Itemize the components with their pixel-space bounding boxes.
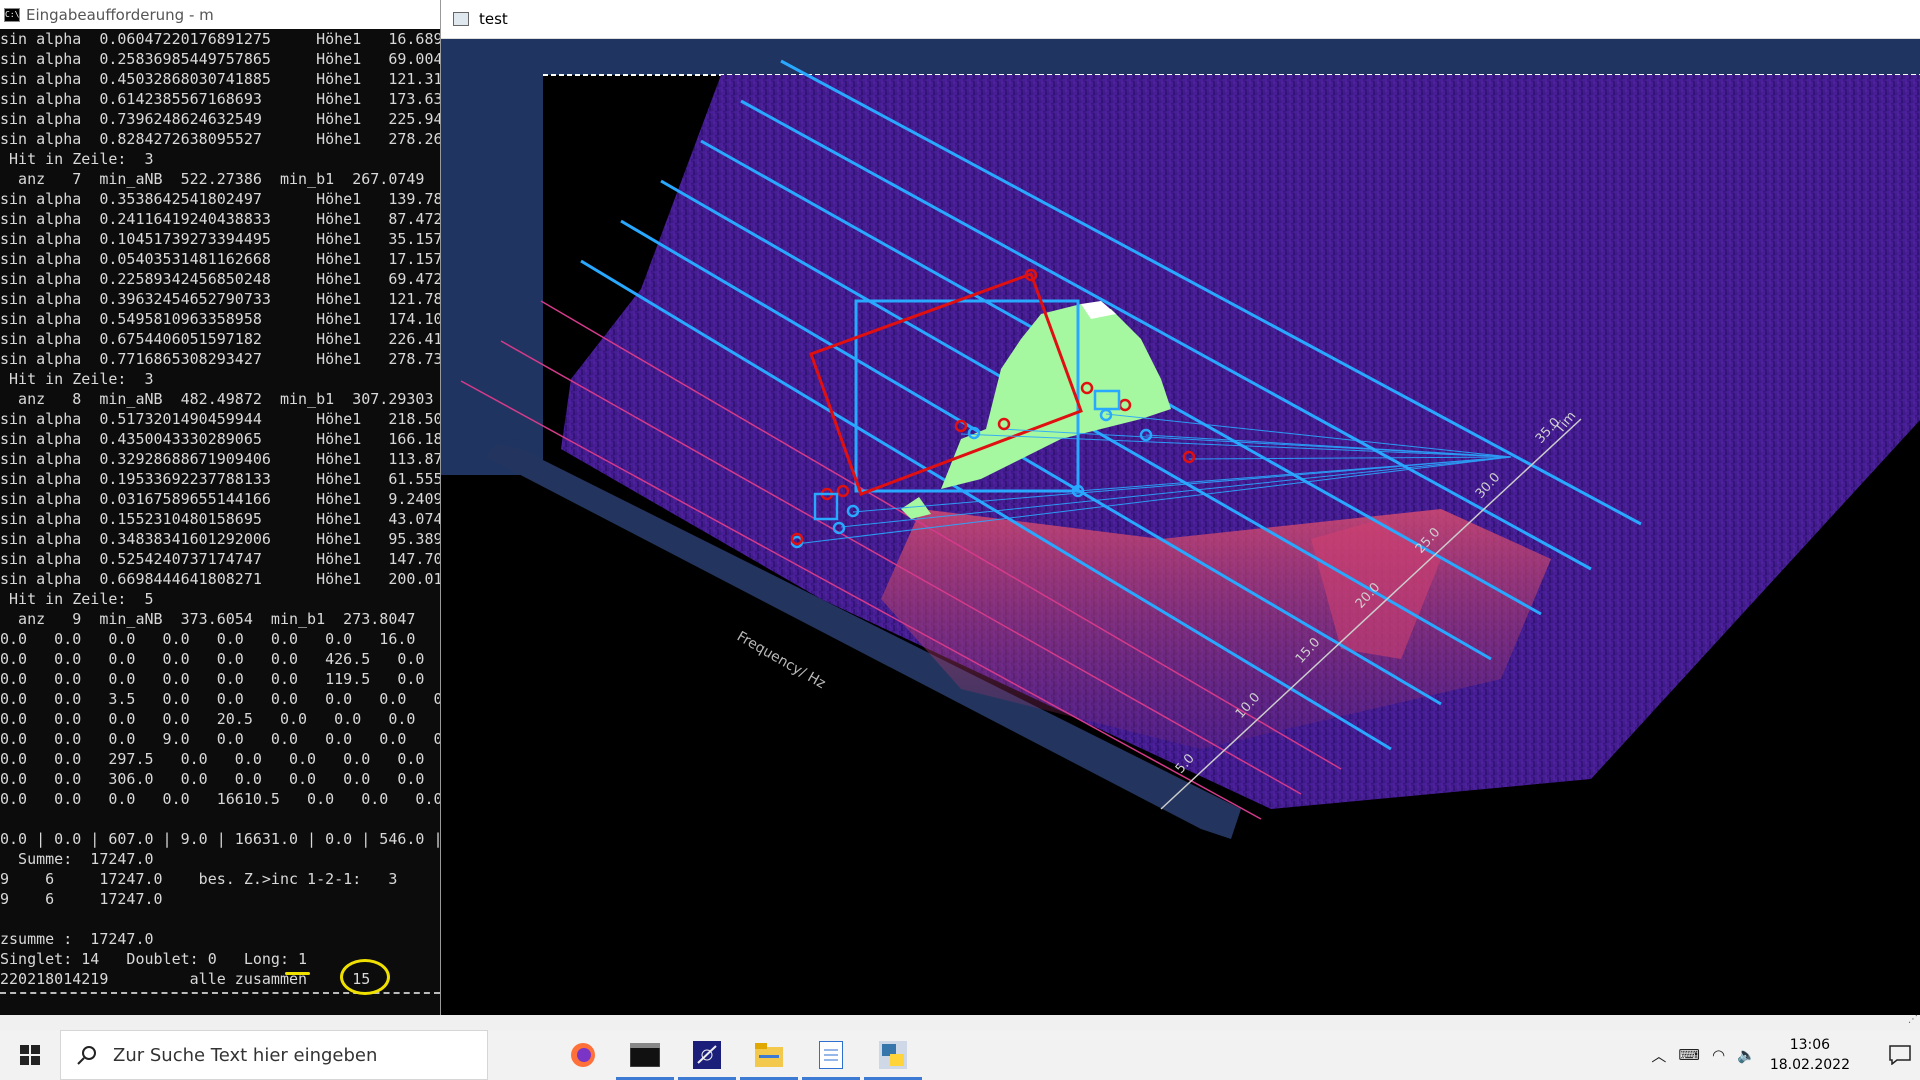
console-line: Summe: 17247.0 [0, 850, 154, 868]
console-line: sin alpha 0.5254240737174747 Höhe1 147.7… [0, 550, 440, 568]
taskbar-satellite-app[interactable] [676, 1030, 738, 1080]
system-tray: ︿ ⌨ ◠ 🔈 13:06 18.02.2022 [1645, 1030, 1920, 1080]
console-line: sin alpha 0.25836985449757865 Höhe1 69.0… [0, 50, 440, 68]
console-line: 0.0 0.0 0.0 0.0 16610.5 0.0 0.0 0.0 [0, 790, 440, 808]
search-icon [77, 1046, 96, 1065]
taskbar-file-explorer[interactable] [738, 1030, 800, 1080]
console-line: sin alpha 0.6142385567168693 Höhe1 173.6… [0, 90, 440, 108]
console-line: sin alpha 0.7396248624632549 Höhe1 225.9… [0, 110, 440, 128]
clock-time: 13:06 [1789, 1037, 1831, 1053]
clock-date: 18.02.2022 [1769, 1057, 1850, 1073]
console-line: 0.0 0.0 306.0 0.0 0.0 0.0 0.0 0.0 [0, 770, 425, 788]
console-line: 0.0 0.0 3.5 0.0 0.0 0.0 0.0 0.0 0 [0, 690, 440, 708]
notification-button[interactable] [1880, 1045, 1920, 1065]
console-line: 0.0 0.0 0.0 0.0 0.0 0.0 119.5 0.0 [0, 670, 425, 688]
console-line: Hit in Zeile: 5 [0, 590, 154, 608]
console-line: sin alpha 0.06047220176891275 Höhe1 16.6… [0, 30, 440, 48]
console-line: sin alpha 0.10451739273394495 Höhe1 35.1… [0, 230, 440, 248]
console-line: sin alpha 0.6754406051597182 Höhe1 226.4… [0, 330, 440, 348]
plot-titlebar[interactable]: test [441, 0, 1920, 39]
taskbar-python[interactable] [862, 1030, 924, 1080]
highlight-underline [285, 972, 310, 975]
console-window[interactable]: C:\ Eingabeaufforderung - m sin alpha 0.… [0, 0, 440, 1030]
console-line: sin alpha 0.7716865308293427 Höhe1 278.7… [0, 350, 440, 368]
python-icon [879, 1041, 907, 1069]
highlight-circle [340, 959, 390, 995]
console-line: anz 9 min_aNB 373.6054 min_b1 273.8047 [0, 610, 416, 628]
console-line: sin alpha 0.3538642541802497 Höhe1 139.7… [0, 190, 440, 208]
start-button[interactable] [0, 1030, 60, 1080]
taskbar-firefox[interactable] [552, 1030, 614, 1080]
plot-window[interactable]: test 5.0 10.0 15.0 20.0 25.0 30.0 35.0 F… [440, 0, 1920, 1015]
wifi-icon[interactable]: ◠ [1712, 1046, 1725, 1064]
satellite-app-icon [693, 1041, 721, 1069]
desktop: C:\ Eingabeaufforderung - m sin alpha 0.… [0, 0, 1920, 1080]
console-line: sin alpha 0.05403531481162668 Höhe1 17.1… [0, 250, 440, 268]
taskbar-document[interactable] [800, 1030, 862, 1080]
console-line: zsumme : 17247.0 [0, 930, 154, 948]
search-box[interactable]: Zur Suche Text hier eingeben [60, 1030, 488, 1080]
console-line: anz 8 min_aNB 482.49872 min_b1 307.29303 [0, 390, 434, 408]
clock[interactable]: 13:06 18.02.2022 [1770, 1035, 1850, 1075]
search-placeholder: Zur Suche Text hier eingeben [113, 1044, 378, 1066]
console-line: 9 6 17247.0 [0, 890, 163, 908]
console-line: sin alpha 0.1552310480158695 Höhe1 43.07… [0, 510, 440, 528]
console-line: 0.0 0.0 0.0 0.0 0.0 0.0 426.5 0.0 [0, 650, 425, 668]
chevron-up-icon[interactable]: ︿ [1651, 1045, 1666, 1066]
console-line: anz 7 min_aNB 522.27386 min_b1 267.0749 [0, 170, 425, 188]
console-line: 0.0 0.0 0.0 0.0 20.5 0.0 0.0 0.0 [0, 710, 416, 728]
console-line: sin alpha 0.22589342456850248 Höhe1 69.4… [0, 270, 440, 288]
console-line: sin alpha 0.5495810963358958 Höhe1 174.1… [0, 310, 440, 328]
taskbar-terminal[interactable] [614, 1030, 676, 1080]
spectrogram-3d-plot: 5.010.015.020.025.030.035.0 Frequency/ H… [441, 39, 1920, 1015]
input-method-icon[interactable]: ⌨ [1678, 1046, 1700, 1064]
console-line: 9 6 17247.0 bes. Z.>inc 1-2-1: 3 [0, 870, 398, 888]
console-output[interactable]: sin alpha 0.06047220176891275 Höhe1 16.6… [0, 29, 440, 989]
console-line: 0.0 0.0 297.5 0.0 0.0 0.0 0.0 0.0 [0, 750, 425, 768]
console-titlebar[interactable]: C:\ Eingabeaufforderung - m [0, 0, 440, 29]
console-title: Eingabeaufforderung - m [26, 5, 214, 24]
console-line: sin alpha 0.19533692237788133 Höhe1 61.5… [0, 470, 440, 488]
console-line: sin alpha 0.45032868030741885 Höhe1 121.… [0, 70, 440, 88]
notification-icon [1889, 1045, 1911, 1065]
resize-grip[interactable]: ⋰ [1908, 1014, 1918, 1025]
console-line: sin alpha 0.4350043330289065 Höhe1 166.1… [0, 430, 440, 448]
window-status-strip [0, 1015, 1920, 1030]
plot-title: test [479, 10, 508, 28]
console-line: sin alpha 0.8284272638095527 Höhe1 278.2… [0, 130, 440, 148]
console-line: 0.0 0.0 0.0 9.0 0.0 0.0 0.0 0.0 0 [0, 730, 440, 748]
file-explorer-icon [755, 1043, 783, 1067]
taskbar: Zur Suche Text hier eingeben ︿ ⌨ ◠ 🔈 13:… [0, 1030, 1920, 1080]
console-line: Hit in Zeile: 3 [0, 150, 154, 168]
console-line: 0.0 | 0.0 | 607.0 | 9.0 | 16631.0 | 0.0 … [0, 830, 440, 848]
document-icon [819, 1041, 843, 1069]
console-line: 0.0 0.0 0.0 0.0 0.0 0.0 0.0 16.0 [0, 630, 416, 648]
volume-icon[interactable]: 🔈 [1737, 1046, 1756, 1064]
console-line: sin alpha 0.5173201490459944 Höhe1 218.5… [0, 410, 440, 428]
console-line: sin alpha 0.34838341601292006 Höhe1 95.3… [0, 530, 440, 548]
console-line: sin alpha 0.6698444641808271 Höhe1 200.0… [0, 570, 440, 588]
console-line: sin alpha 0.39632454652790733 Höhe1 121.… [0, 290, 440, 308]
firefox-icon [571, 1043, 595, 1067]
terminal-icon [630, 1043, 660, 1067]
plot-canvas[interactable]: 5.0 10.0 15.0 20.0 25.0 30.0 35.0 Frequency/ H… [441, 39, 1920, 1015]
window-icon [453, 12, 469, 26]
console-line: sin alpha 0.32928688671909406 Höhe1 113.… [0, 450, 440, 468]
console-line: sin alpha 0.24116419240438833 Höhe1 87.4… [0, 210, 440, 228]
console-line: sin alpha 0.03167589655144166 Höhe1 9.24… [0, 490, 440, 508]
console-line: Hit in Zeile: 3 [0, 370, 154, 388]
cmd-icon: C:\ [4, 7, 20, 22]
windows-logo-icon [20, 1045, 40, 1065]
